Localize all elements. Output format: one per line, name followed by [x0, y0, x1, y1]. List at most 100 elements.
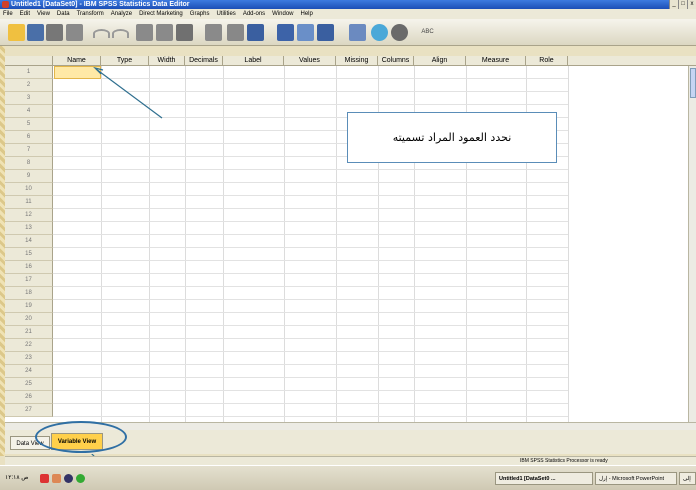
row-header[interactable]: 19: [5, 300, 53, 313]
goto-variable-icon[interactable]: [156, 24, 173, 41]
column-header-label[interactable]: Label: [223, 56, 284, 66]
row-header[interactable]: 23: [5, 352, 53, 365]
row-header[interactable]: 20: [5, 313, 53, 326]
value-labels-icon[interactable]: [349, 24, 366, 41]
insert-variable-icon[interactable]: [247, 24, 264, 41]
taskbar-item-start[interactable]: إلى: [679, 472, 696, 485]
row-header[interactable]: 9: [5, 170, 53, 183]
column-header-missing[interactable]: Missing: [336, 56, 378, 66]
grid-line: [53, 221, 568, 222]
row-header[interactable]: 11: [5, 196, 53, 209]
row-header[interactable]: 21: [5, 326, 53, 339]
column-header-measure[interactable]: Measure: [466, 56, 526, 66]
grid-line: [53, 390, 568, 391]
row-header[interactable]: 16: [5, 261, 53, 274]
menu-utilities[interactable]: Utilities: [216, 11, 235, 17]
grid-line: [53, 78, 568, 79]
undo-icon[interactable]: [93, 29, 110, 38]
menu-view[interactable]: View: [37, 11, 50, 17]
menu-window[interactable]: Window: [272, 11, 293, 17]
row-header[interactable]: 8: [5, 157, 53, 170]
menu-graphs[interactable]: Graphs: [190, 11, 210, 17]
row-header[interactable]: 25: [5, 378, 53, 391]
taskbar-item-powerpoint[interactable]: إرل - Microsoft PowerPoint: [595, 472, 677, 485]
menu-edit[interactable]: Edit: [20, 11, 30, 17]
redo-icon[interactable]: [112, 29, 129, 38]
grid-line: [53, 351, 568, 352]
split-file-icon[interactable]: [277, 24, 294, 41]
vertical-scrollbar[interactable]: [688, 66, 696, 422]
row-header[interactable]: 18: [5, 287, 53, 300]
minimize-button[interactable]: _: [669, 0, 678, 9]
select-cases-icon[interactable]: [317, 24, 334, 41]
selected-cell[interactable]: [54, 66, 101, 79]
tray-icon[interactable]: [64, 474, 73, 483]
row-header[interactable]: 22: [5, 339, 53, 352]
row-header[interactable]: 17: [5, 274, 53, 287]
save-icon[interactable]: [27, 24, 44, 41]
row-header[interactable]: 26: [5, 391, 53, 404]
annotation-highlight-ring: [35, 421, 127, 453]
find-icon[interactable]: [205, 24, 222, 41]
row-header[interactable]: 13: [5, 222, 53, 235]
row-header[interactable]: 6: [5, 131, 53, 144]
menu-transform[interactable]: Transform: [77, 11, 104, 17]
variables-icon[interactable]: [176, 24, 193, 41]
grid-line: [53, 325, 568, 326]
column-header-columns[interactable]: Columns: [378, 56, 414, 66]
insert-cases-icon[interactable]: [227, 24, 244, 41]
row-header[interactable]: 3: [5, 92, 53, 105]
row-header[interactable]: 24: [5, 365, 53, 378]
grid-line: [185, 66, 186, 422]
scrollbar-thumb[interactable]: [690, 68, 696, 98]
row-header[interactable]: 14: [5, 235, 53, 248]
menu-add-ons[interactable]: Add-ons: [243, 11, 265, 17]
row-header[interactable]: 10: [5, 183, 53, 196]
column-header-align[interactable]: Align: [414, 56, 466, 66]
goto-case-icon[interactable]: [136, 24, 153, 41]
spss-app-icon: [2, 1, 9, 8]
grid-line: [53, 260, 568, 261]
tray-icon[interactable]: [76, 474, 85, 483]
menu-help[interactable]: Help: [301, 11, 313, 17]
annotation-callout: نحدد العمود المراد تسميته: [347, 112, 557, 163]
column-header-role[interactable]: Role: [526, 56, 568, 66]
menu-direct-marketing[interactable]: Direct Marketing: [139, 11, 183, 17]
row-header[interactable]: 2: [5, 79, 53, 92]
row-header[interactable]: 12: [5, 209, 53, 222]
menu-file[interactable]: File: [3, 11, 13, 17]
dialog-recall-icon[interactable]: [66, 24, 83, 41]
menu-analyze[interactable]: Analyze: [111, 11, 132, 17]
show-all-icon[interactable]: [391, 24, 408, 41]
grid-line: [53, 91, 568, 92]
row-header[interactable]: 5: [5, 118, 53, 131]
open-folder-icon[interactable]: [8, 24, 25, 41]
row-header[interactable]: 15: [5, 248, 53, 261]
window-title-bar: Untitled1 [DataSet0] - IBM SPSS Statisti…: [0, 0, 696, 9]
use-sets-icon[interactable]: [371, 24, 388, 41]
column-header-values[interactable]: Values: [284, 56, 336, 66]
weight-cases-icon[interactable]: [297, 24, 314, 41]
taskbar-clock: ص ١٢:١٨: [5, 475, 29, 481]
close-button[interactable]: x: [687, 0, 696, 9]
print-icon[interactable]: [46, 24, 63, 41]
maximize-button[interactable]: □: [678, 0, 687, 9]
grid-line: [336, 66, 337, 422]
row-header[interactable]: 4: [5, 105, 53, 118]
grid-line: [53, 104, 568, 105]
column-header-decimals[interactable]: Decimals: [185, 56, 223, 66]
taskbar-item-spss[interactable]: Untitled1 [DataSet0 ...: [495, 472, 593, 485]
menu-data[interactable]: Data: [57, 11, 70, 17]
row-header[interactable]: 27: [5, 404, 53, 417]
column-header-width[interactable]: Width: [149, 56, 185, 66]
row-header[interactable]: 1: [5, 66, 53, 79]
window-controls: _ □ x: [669, 0, 696, 9]
toolbar: ABC: [0, 19, 696, 46]
row-header[interactable]: 7: [5, 144, 53, 157]
tray-icon[interactable]: [40, 474, 49, 483]
tray-icon[interactable]: [52, 474, 61, 483]
column-header-type[interactable]: Type: [101, 56, 149, 66]
column-header-name[interactable]: Name: [53, 56, 101, 66]
variable-grid: [5, 56, 696, 422]
spell-check-icon[interactable]: ABC: [419, 24, 436, 41]
